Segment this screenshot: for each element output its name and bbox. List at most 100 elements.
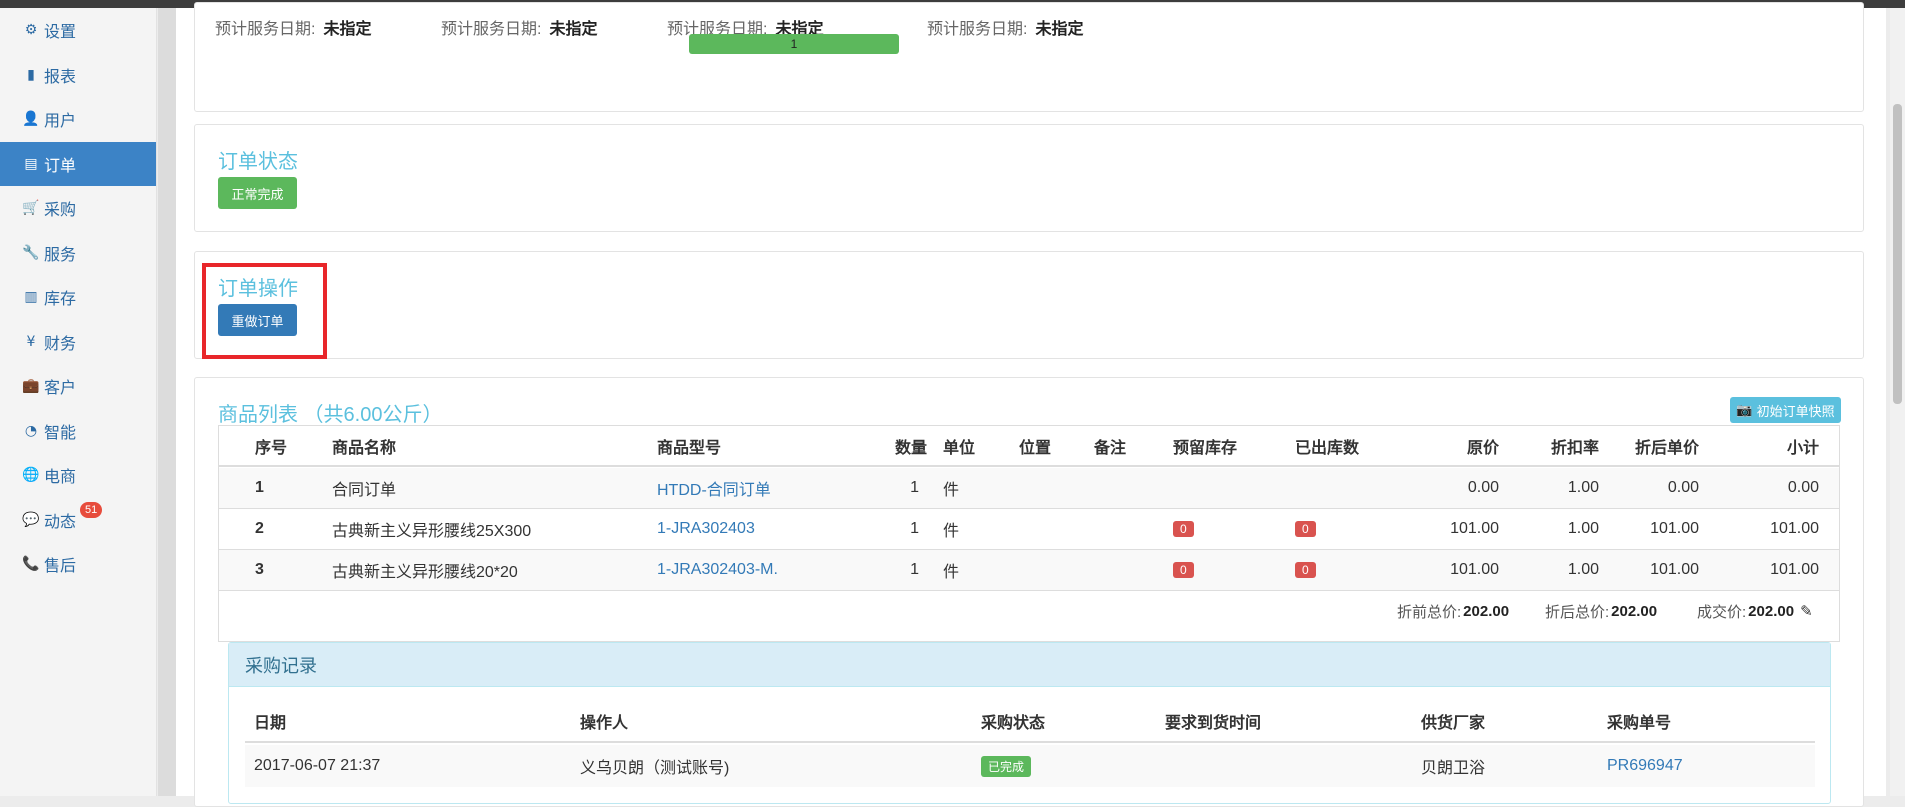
sidebar-item-inventory[interactable]: ▥ 库存 [0, 275, 156, 320]
briefcase-icon: 💼 [22, 378, 40, 395]
price: 101.00 [1450, 561, 1499, 578]
row-no: 3 [255, 561, 264, 578]
globe-icon: 🌐 [22, 467, 40, 484]
order-snapshot-button[interactable]: 📷 初始订单快照 [1730, 397, 1841, 423]
sidebar: ⚙ 设置 ▮ 报表 👤 用户 ▤ 订单 🛒 采购 🔧 服务 ▥ 库存 ¥ 财务 💼 客户 ◔ 智能 … [0, 8, 157, 796]
order-status-panel: 订单状态 正常完成 [194, 124, 1864, 232]
sidebar-item-settings[interactable]: ⚙ 设置 [0, 8, 156, 53]
sidebar-item-label: 服务 [44, 246, 77, 264]
col-header: 供货厂家 [1421, 715, 1486, 732]
sidebar-item-users[interactable]: 👤 用户 [0, 97, 156, 142]
purchase-date: 2017-06-07 21:37 [254, 757, 381, 774]
sidebar-item-smart[interactable]: ◔ 智能 [0, 409, 156, 454]
col-header: 数量 [895, 439, 928, 457]
sidebar-item-activity[interactable]: 💬 动态 51 [0, 498, 156, 543]
barcode-icon: ▥ [24, 289, 38, 306]
sidebar-item-service[interactable]: 🔧 服务 [0, 231, 156, 276]
user-icon: 👤 [22, 111, 40, 128]
pencil-icon[interactable]: ✎ [1800, 602, 1813, 620]
product-model-link[interactable]: 1-JRA302403-M. [657, 550, 778, 590]
table-row: 1 合同订单 HTDD-合同订单 1 件 0.00 1.00 0.00 0.00 [219, 468, 1839, 509]
reserved-stock: 0 [1173, 550, 1194, 590]
product-list-title: 商品列表 （共6.00公斤） [218, 404, 443, 426]
col-header: 商品名称 [332, 439, 397, 457]
snapshot-label: 初始订单快照 [1756, 403, 1835, 419]
sidebar-item-ecommerce[interactable]: 🌐 电商 [0, 453, 156, 498]
sidebar-item-label: 订单 [44, 157, 77, 175]
subtotal: 101.00 [1770, 561, 1819, 578]
sidebar-item-label: 售后 [44, 558, 77, 576]
total-value: 202.00 [1611, 602, 1658, 620]
po-number-link[interactable]: PR696947 [1607, 745, 1683, 787]
comment-icon: 💬 [22, 511, 40, 528]
scrollbar[interactable] [1890, 8, 1905, 796]
col-header: 原价 [1466, 439, 1499, 457]
service-progress-bar: 1 [689, 34, 899, 54]
sidebar-item-label: 客户 [44, 380, 77, 398]
sidebar-item-label: 设置 [44, 24, 77, 42]
total-before: 折前总价: 202.00 [1397, 591, 1509, 631]
out-badge: 0 [1295, 521, 1316, 537]
sidebar-item-label: 用户 [44, 113, 77, 131]
reserved-badge: 0 [1173, 562, 1194, 578]
total-after: 折后总价: 202.00 [1545, 591, 1657, 631]
discount: 1.00 [1567, 561, 1599, 578]
col-header: 序号 [255, 439, 288, 457]
gear-icon: ⚙ [24, 22, 38, 39]
col-header: 小计 [1786, 439, 1819, 457]
service-dates-panel: 预计服务日期: 未指定 预计服务日期: 未指定 预计服务日期: 未指定 1 预计服务日… [194, 2, 1864, 112]
service-date-4: 预计服务日期: 未指定 [927, 15, 1083, 39]
status-complete-badge: 正常完成 [218, 177, 297, 209]
highlight-box [202, 263, 327, 359]
sidebar-gutter [158, 8, 176, 796]
row-no: 2 [255, 520, 264, 537]
unit-price: 0.00 [1667, 479, 1699, 496]
sidebar-item-label: 库存 [44, 291, 77, 309]
table-row: 2017-06-07 21:37 义乌贝朗（测试账号) 已完成 贝朗卫浴 PR6… [245, 745, 1815, 787]
wrench-icon: 🔧 [22, 244, 40, 261]
unit-price: 101.00 [1650, 561, 1699, 578]
row-no: 1 [255, 479, 264, 496]
service-date-1: 预计服务日期: 未指定 [215, 15, 371, 39]
service-date-label: 预计服务日期: [441, 21, 542, 38]
table-row: 2 古典新主义异形腰线25X300 1-JRA302403 1 件 0 0 10… [219, 509, 1839, 550]
total-label: 折后总价: [1545, 603, 1610, 621]
subtotal: 0.00 [1787, 479, 1819, 496]
status-badge: 已完成 [981, 755, 1032, 777]
sidebar-item-aftersales[interactable]: 📞 售后 [0, 542, 156, 587]
service-date-2: 预计服务日期: 未指定 [441, 15, 597, 39]
sidebar-item-purchasing[interactable]: 🛒 采购 [0, 186, 156, 231]
discount: 1.00 [1567, 479, 1599, 496]
product-model-link[interactable]: HTDD-合同订单 [657, 468, 771, 508]
product-model-link[interactable]: 1-JRA302403 [657, 509, 755, 549]
col-header: 要求到货时间 [1165, 715, 1262, 732]
col-header: 操作人 [580, 715, 629, 732]
col-header: 采购单号 [1607, 715, 1672, 732]
qty: 1 [910, 561, 919, 578]
camera-icon: 📷 [1736, 402, 1753, 417]
total-label: 成交价: [1697, 603, 1747, 621]
unit-price: 101.00 [1650, 520, 1699, 537]
price: 101.00 [1450, 520, 1499, 537]
sidebar-item-orders[interactable]: ▤ 订单 [0, 141, 156, 186]
out-stock: 0 [1295, 550, 1316, 590]
sidebar-item-reports[interactable]: ▮ 报表 [0, 53, 156, 98]
list-icon: ▤ [24, 155, 38, 172]
sidebar-item-customers[interactable]: 💼 客户 [0, 364, 156, 409]
sidebar-item-finance[interactable]: ¥ 财务 [0, 320, 156, 365]
yen-icon: ¥ [26, 333, 36, 350]
col-header: 单位 [943, 439, 976, 457]
purchase-operator: 义乌贝朗（测试账号) [580, 760, 730, 777]
col-header: 商品型号 [657, 439, 722, 457]
discount: 1.00 [1567, 520, 1599, 537]
service-date-value: 未指定 [1035, 21, 1084, 38]
col-header: 已出库数 [1295, 439, 1360, 457]
order-status-title: 订单状态 [218, 151, 298, 173]
deal-price: 成交价: 202.00 ✎ [1697, 591, 1813, 631]
reserved-badge: 0 [1173, 521, 1194, 537]
unit: 件 [943, 482, 960, 499]
scrollbar-thumb[interactable] [1893, 104, 1902, 404]
sidebar-item-label: 智能 [44, 424, 77, 442]
total-value: 202.00 [1463, 602, 1510, 620]
purchase-status: 已完成 [981, 745, 1032, 787]
